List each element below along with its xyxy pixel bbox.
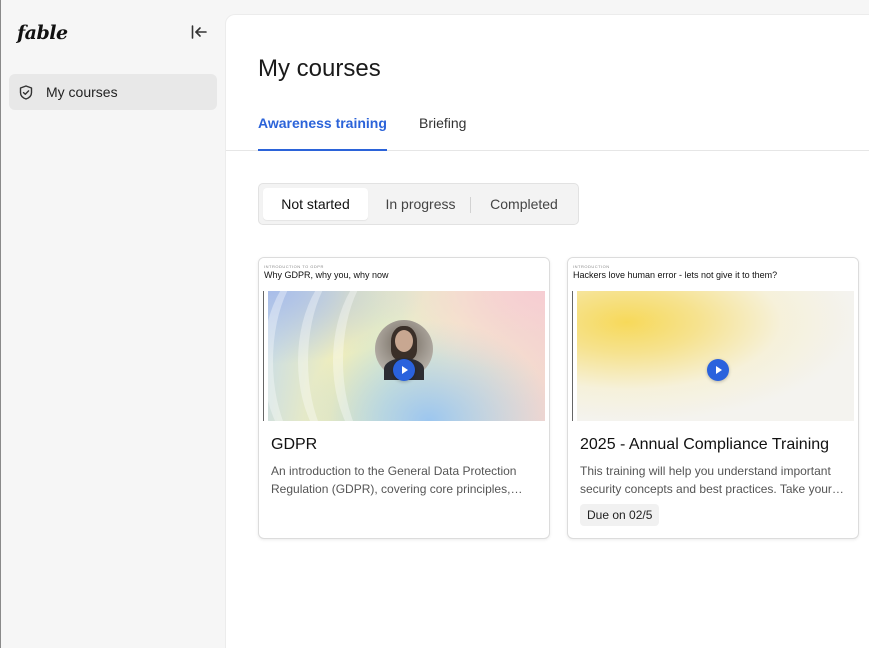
due-date-badge: Due on 02/5	[580, 504, 660, 526]
filter-divider	[470, 197, 471, 213]
sidebar: fable My courses	[1, 0, 224, 648]
filter-completed[interactable]: Completed	[473, 188, 575, 220]
video-preview	[577, 291, 854, 421]
thumbnail-eyebrow: INTRODUCTION	[573, 264, 610, 269]
shield-check-icon	[18, 84, 34, 100]
course-title: 2025 - Annual Compliance Training	[580, 436, 830, 453]
thumbnail-divider	[263, 291, 264, 421]
play-icon[interactable]	[393, 359, 415, 381]
tab-bar: Awareness training Briefing	[226, 111, 869, 151]
course-card-gdpr[interactable]: INTRODUCTION TO GDPR Why GDPR, why you, …	[258, 257, 550, 539]
video-preview	[268, 291, 545, 421]
course-description: This training will help you understand i…	[580, 464, 832, 496]
fable-logo: fable	[17, 22, 68, 44]
course-thumbnail: INTRODUCTION TO GDPR Why GDPR, why you, …	[259, 258, 549, 422]
sidebar-item-my-courses[interactable]: My courses	[9, 74, 217, 110]
course-card-annual-compliance[interactable]: INTRODUCTION Hackers love human error - …	[567, 257, 859, 539]
thumbnail-title: Hackers love human error - lets not give…	[573, 270, 778, 280]
collapse-sidebar-button[interactable]	[189, 22, 209, 42]
tab-briefing[interactable]: Briefing	[419, 111, 466, 151]
thumbnail-divider	[572, 291, 573, 421]
play-icon[interactable]	[707, 359, 729, 381]
collapse-left-icon	[191, 25, 207, 39]
sidebar-item-label: My courses	[46, 84, 118, 100]
filter-in-progress[interactable]: In progress	[371, 188, 470, 220]
thumbnail-eyebrow: INTRODUCTION TO GDPR	[264, 264, 324, 269]
thumbnail-title: Why GDPR, why you, why now	[264, 270, 389, 280]
course-description: An introduction to the General Data Prot…	[271, 464, 517, 496]
status-filter: Not started In progress Completed	[258, 183, 579, 225]
tab-awareness-training[interactable]: Awareness training	[258, 111, 387, 151]
course-thumbnail: INTRODUCTION Hackers love human error - …	[568, 258, 858, 422]
page-title: My courses	[258, 55, 381, 82]
filter-not-started[interactable]: Not started	[263, 188, 368, 220]
course-title: GDPR	[271, 436, 318, 453]
main-panel: My courses Awareness training Briefing N…	[225, 14, 869, 648]
